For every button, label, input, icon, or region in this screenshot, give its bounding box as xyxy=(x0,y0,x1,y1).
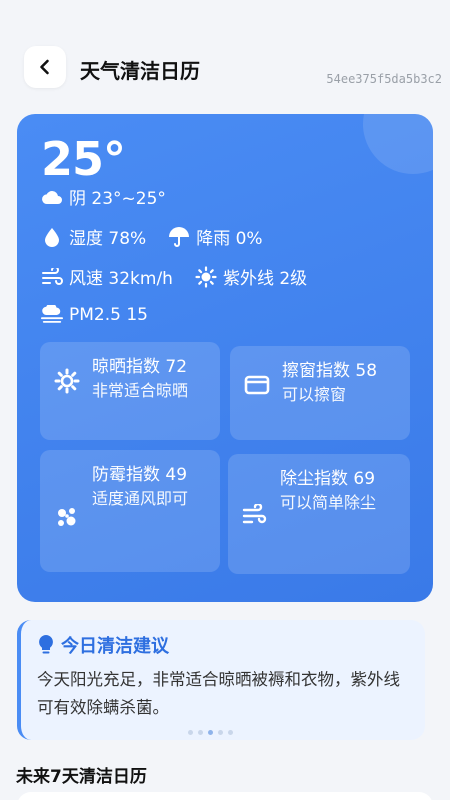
window-icon xyxy=(242,370,272,400)
page-id-text: 54ee375f5da5b3c2 xyxy=(326,72,442,86)
suggestion-text: 今天阳光充足，非常适合晾晒被褥和衣物，紫外线可有效除螨杀菌。 xyxy=(37,670,400,718)
calendar-card xyxy=(17,792,433,800)
page-dot xyxy=(188,730,193,735)
tile-desc: 非常适合晾晒 xyxy=(92,380,189,400)
suggestion-title: 今日清洁建议 xyxy=(61,636,169,657)
umbrella-icon xyxy=(168,226,190,248)
lightbulb-icon xyxy=(39,635,53,654)
pm25-text: PM2.5 15 xyxy=(69,305,148,325)
mold-icon xyxy=(52,502,82,532)
humidity-text: 湿度 78% xyxy=(69,229,147,249)
page-dot-active xyxy=(208,730,213,735)
wind-icon xyxy=(41,266,63,288)
mold-index-tile[interactable]: 防霉指数 49 适度通风即可 xyxy=(40,450,220,572)
pm25-row: PM2.5 15 xyxy=(41,304,170,326)
humidity-rain-row: 湿度 78% 降雨 0% xyxy=(41,224,285,249)
tile-desc: 适度通风即可 xyxy=(92,488,189,508)
wind-uv-row: 风速 32km/h 紫外线 2级 xyxy=(41,264,329,289)
tile-title: 晾晒指数 72 xyxy=(92,357,188,377)
tile-title: 擦窗指数 58 xyxy=(282,361,378,381)
decorative-circle xyxy=(363,114,433,174)
page-title: 天气清洁日历 xyxy=(80,59,200,83)
droplet-icon xyxy=(41,226,63,248)
page-dot xyxy=(198,730,203,735)
drying-index-tile[interactable]: 晾晒指数 72 非常适合晾晒 xyxy=(40,342,220,440)
suggestion-header: 今日清洁建议 xyxy=(37,632,413,658)
window-index-tile[interactable]: 擦窗指数 58 可以擦窗 xyxy=(230,346,410,440)
current-temperature: 25° xyxy=(41,132,126,186)
uv-text: 紫外线 2级 xyxy=(222,269,308,289)
cloud-icon xyxy=(41,186,63,208)
cleaning-suggestion-card: 今日清洁建议 今天阳光充足，非常适合晾晒被褥和衣物，紫外线可有效除螨杀菌。 xyxy=(17,620,425,740)
chevron-left-icon xyxy=(40,59,49,75)
sun-icon xyxy=(195,265,217,288)
sun-gear-icon xyxy=(52,366,82,396)
wind-text: 风速 32km/h xyxy=(69,269,173,289)
page-dot xyxy=(228,730,233,735)
weather-card: 25° 阴 23°~25° 湿度 78% 降雨 0% 风速 32km/h 紫外线… xyxy=(17,114,433,602)
back-button[interactable] xyxy=(24,46,66,88)
haze-icon xyxy=(41,304,63,326)
condition-row: 阴 23°~25° xyxy=(41,184,188,209)
rain-text: 降雨 0% xyxy=(196,229,263,249)
tile-desc: 可以简单除尘 xyxy=(280,492,377,512)
tile-desc: 可以擦窗 xyxy=(282,384,347,404)
page-indicator xyxy=(188,730,238,735)
dust-index-tile[interactable]: 除尘指数 69 可以简单除尘 xyxy=(228,454,410,574)
tile-title: 防霉指数 49 xyxy=(92,465,188,485)
header: 天气清洁日历 54ee375f5da5b3c2 xyxy=(0,0,450,110)
tile-title: 除尘指数 69 xyxy=(280,469,376,489)
dust-wind-icon xyxy=(240,500,270,530)
page-dot xyxy=(218,730,223,735)
weather-condition: 阴 23°~25° xyxy=(69,189,166,209)
section-title: 未来7天清洁日历 xyxy=(16,767,147,787)
